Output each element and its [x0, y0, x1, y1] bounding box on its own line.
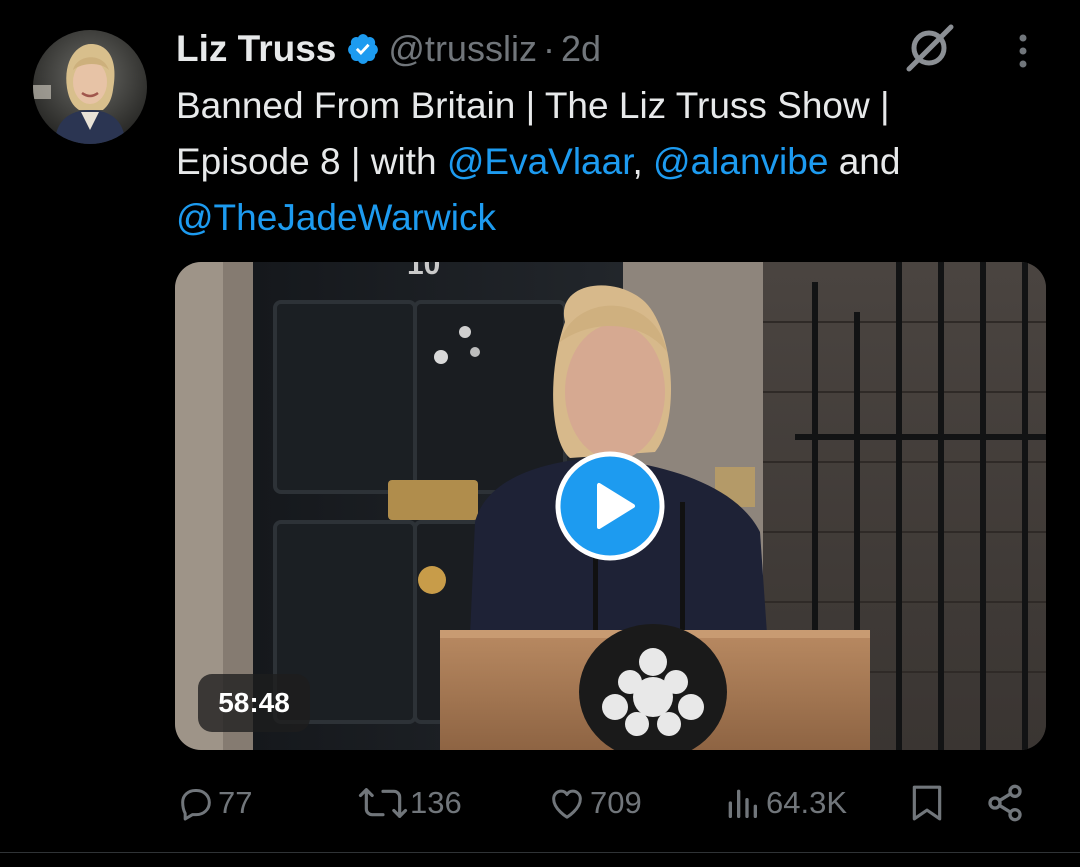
mention-thejadewarwick[interactable]: @TheJadeWarwick — [176, 197, 496, 238]
heart-icon — [552, 789, 582, 819]
video-duration-badge: 58:48 — [198, 674, 310, 732]
repost-icon — [358, 788, 408, 818]
views-button[interactable]: 64.3K — [720, 776, 847, 830]
verified-badge-icon — [348, 34, 379, 64]
reply-button[interactable]: 77 — [176, 776, 252, 830]
grok-icon[interactable] — [903, 22, 955, 74]
svg-text:10: 10 — [407, 262, 440, 281]
like-button[interactable]: 709 — [546, 776, 642, 830]
mention-evavlaar[interactable]: @EvaVlaar — [447, 141, 633, 182]
mention-alanvibe[interactable]: @alanvibe — [653, 141, 828, 182]
post-text-line-1: Banned From Britain | The Liz Truss Show… — [176, 85, 890, 126]
author-handle[interactable]: @trussliz — [388, 28, 537, 70]
post-text-prefix: Episode 8 | with — [176, 141, 447, 182]
post-text-line-3: @TheJadeWarwick — [176, 190, 1056, 246]
avatar-photo — [33, 30, 147, 144]
views-chart-icon — [728, 789, 757, 818]
header-separator: · — [542, 28, 555, 69]
repost-button[interactable]: 136 — [358, 776, 462, 830]
post-text-and: and — [828, 141, 901, 182]
reply-icon — [181, 789, 211, 821]
post-text: Banned From Britain | The Liz Truss Show… — [176, 78, 1056, 246]
reply-count: 77 — [218, 785, 253, 820]
views-count: 64.3K — [766, 785, 848, 820]
more-vertical-icon[interactable] — [1010, 32, 1036, 72]
post-text-line-2: Episode 8 | with @EvaVlaar, @alanvibe an… — [176, 134, 1056, 190]
post-text-comma: , — [632, 141, 643, 182]
avatar[interactable] — [33, 30, 147, 144]
bookmark-icon[interactable] — [908, 782, 946, 824]
post-age[interactable]: 2d — [561, 28, 601, 70]
like-count: 709 — [590, 785, 642, 820]
post-header: Liz Truss @trussliz · 2d — [176, 24, 601, 74]
post-divider — [0, 852, 1080, 853]
play-icon[interactable] — [555, 451, 665, 561]
repost-count: 136 — [410, 785, 462, 820]
share-icon[interactable] — [985, 783, 1025, 823]
author-name[interactable]: Liz Truss — [176, 28, 336, 70]
